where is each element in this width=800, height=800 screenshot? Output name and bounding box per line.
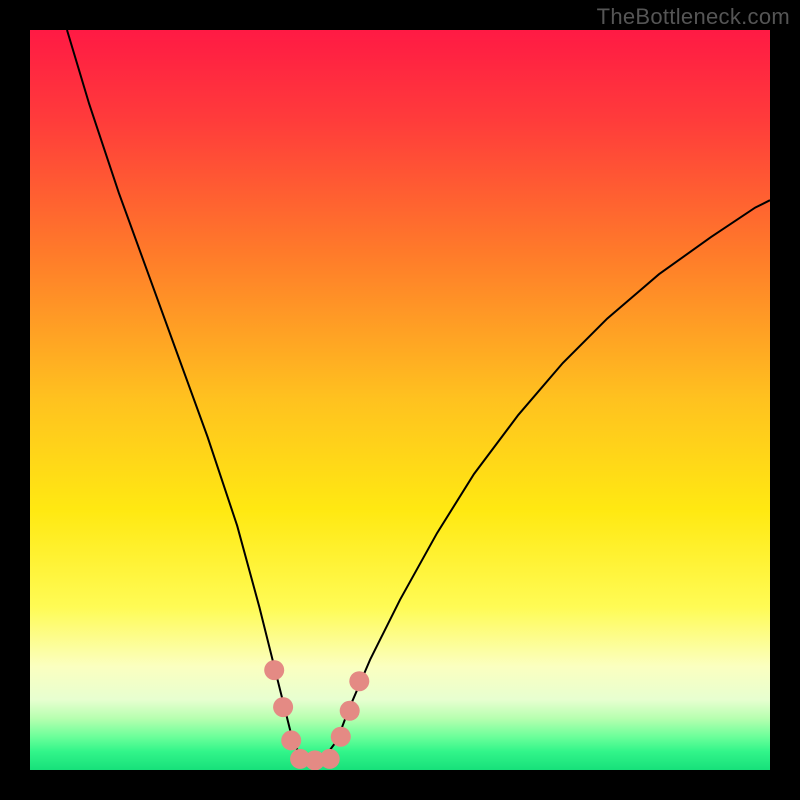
marker-cluster xyxy=(264,660,369,770)
marker-dot xyxy=(273,697,293,717)
marker-dot xyxy=(264,660,284,680)
marker-dot xyxy=(340,701,360,721)
plot-area xyxy=(30,30,770,770)
curve-layer xyxy=(30,30,770,770)
bottleneck-curve xyxy=(67,30,770,755)
watermark-text: TheBottleneck.com xyxy=(597,4,790,30)
marker-dot xyxy=(331,727,351,747)
chart-frame: TheBottleneck.com xyxy=(0,0,800,800)
marker-dot xyxy=(349,671,369,691)
marker-dot xyxy=(320,749,340,769)
marker-dot xyxy=(281,730,301,750)
